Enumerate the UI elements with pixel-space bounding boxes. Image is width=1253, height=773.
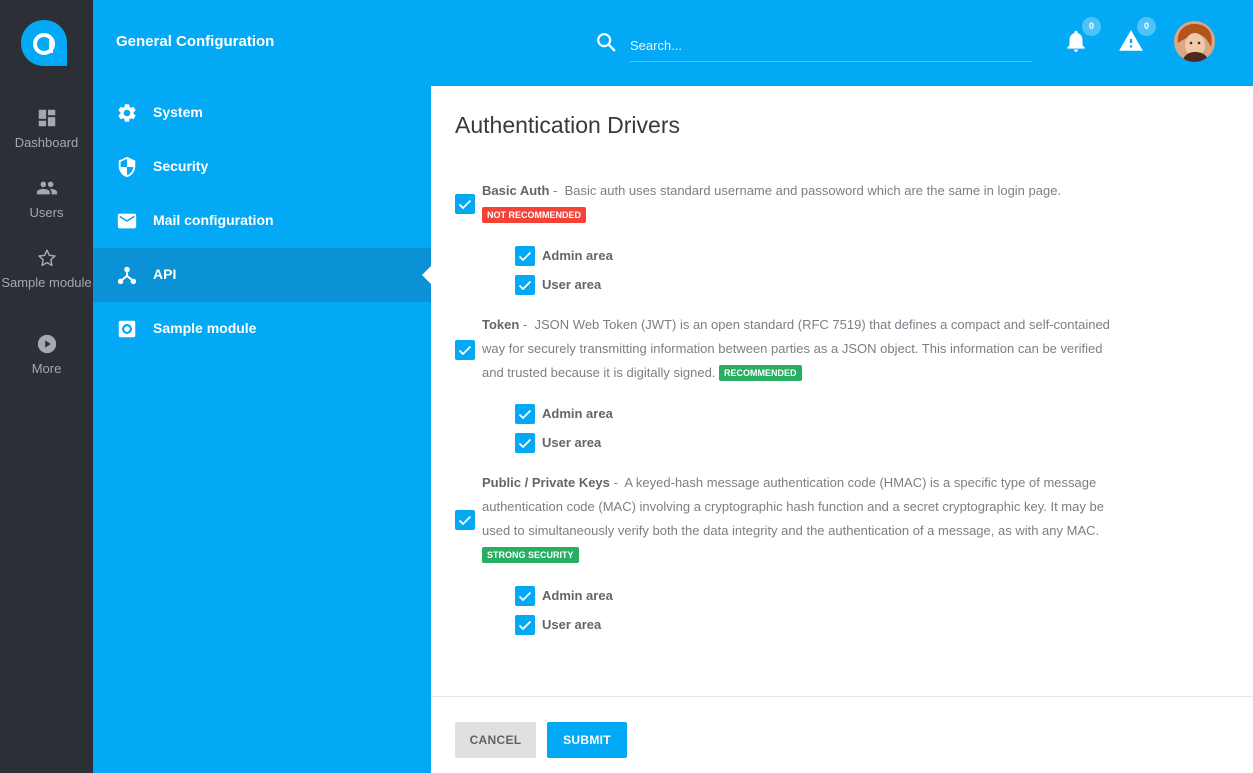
nav-item-mail-configuration[interactable]: Mail configuration [93, 194, 431, 248]
basic-auth-admin-area-checkbox[interactable] [515, 246, 535, 266]
nav-item-label: Sample module [153, 320, 257, 336]
submit-button[interactable]: SUBMIT [547, 722, 627, 758]
module-gear-icon [118, 320, 136, 338]
search-icon[interactable] [595, 31, 617, 53]
driver-description-token: Token - JSON Web Token (JWT) is an open … [482, 317, 1110, 381]
rail-item-label: More [31, 361, 62, 376]
driver-checkbox-public-private-keys[interactable] [455, 510, 475, 530]
token-admin-area-checkbox[interactable] [515, 404, 535, 424]
option-label[interactable]: Admin area [542, 588, 613, 603]
avatar-image [1174, 21, 1215, 62]
driver-name: Public / Private Keys [482, 475, 610, 490]
check-icon [518, 591, 532, 602]
app-rail: Dashboard Users Sample module More [0, 0, 93, 773]
option-label[interactable]: User area [542, 617, 601, 632]
token-user-area-checkbox[interactable] [515, 433, 535, 453]
app-logo-icon[interactable] [19, 18, 69, 68]
rail-item-dashboard[interactable]: Dashboard [0, 107, 93, 150]
driver-checkbox-basic-auth[interactable] [455, 194, 475, 214]
driver-description-public-private-keys: Public / Private Keys - A keyed-hash mes… [482, 471, 1112, 567]
check-icon [518, 409, 532, 420]
driver-name: Token [482, 317, 520, 332]
nav-item-label: API [153, 266, 177, 282]
rail-item-label: Sample module [1, 275, 92, 290]
basic-auth-user-area-checkbox[interactable] [515, 275, 535, 295]
driver-description-basic-auth: Basic Auth - Basic auth uses standard us… [482, 179, 1112, 227]
rail-item-label: Dashboard [14, 135, 79, 150]
star-icon [37, 249, 56, 267]
check-icon [518, 438, 532, 449]
check-icon [518, 620, 532, 631]
rail-item-label: Users [29, 205, 64, 220]
option-label[interactable]: User area [542, 435, 601, 450]
play-circle-icon [37, 334, 56, 354]
users-icon [36, 181, 57, 195]
keys-admin-area-checkbox[interactable] [515, 586, 535, 606]
settings-nav: System Security Mail configuration API S… [93, 86, 431, 773]
top-header: General Configuration 0 0 [93, 0, 1253, 86]
status-badge: STRONG SECURITY [482, 547, 579, 563]
dashboard-icon [38, 109, 55, 127]
status-badge: RECOMMENDED [719, 365, 802, 381]
nav-item-label: Security [153, 158, 209, 174]
main-content: Authentication Drivers Basic Auth - Basi… [431, 86, 1253, 773]
notifications-button[interactable]: 0 [1063, 17, 1101, 54]
rail-item-sample-module[interactable]: Sample module [0, 247, 93, 290]
nav-item-system[interactable]: System [93, 86, 431, 140]
cancel-button[interactable]: CANCEL [455, 722, 536, 758]
keys-user-area-checkbox[interactable] [515, 615, 535, 635]
option-label[interactable]: Admin area [542, 406, 613, 421]
active-indicator [422, 266, 431, 284]
option-label[interactable]: Admin area [542, 248, 613, 263]
check-icon [518, 280, 532, 291]
driver-description: Basic auth uses standard username and pa… [564, 183, 1062, 198]
shield-icon [118, 156, 136, 178]
check-icon [518, 251, 532, 262]
page-section-title: General Configuration [116, 33, 275, 50]
page-title: Authentication Drivers [455, 112, 680, 138]
nav-item-security[interactable]: Security [93, 140, 431, 194]
alerts-button[interactable]: 0 [1118, 17, 1156, 54]
check-icon [458, 199, 472, 210]
check-icon [458, 345, 472, 356]
check-icon [458, 515, 472, 526]
status-badge: NOT RECOMMENDED [482, 207, 586, 223]
footer-divider [431, 696, 1253, 697]
nav-item-sample-module[interactable]: Sample module [93, 302, 431, 356]
search-input[interactable] [630, 30, 1032, 62]
rail-item-more[interactable]: More [0, 333, 93, 376]
rail-item-users[interactable]: Users [0, 177, 93, 220]
driver-checkbox-token[interactable] [455, 340, 475, 360]
mail-icon [117, 213, 137, 229]
nav-item-api[interactable]: API [93, 248, 431, 302]
nav-item-label: Mail configuration [153, 212, 274, 228]
alerts-badge: 0 [1137, 17, 1156, 36]
notifications-badge: 0 [1082, 17, 1101, 36]
api-icon [117, 266, 137, 285]
avatar[interactable] [1174, 21, 1215, 62]
driver-name: Basic Auth [482, 183, 550, 198]
gear-icon [118, 104, 136, 122]
nav-item-label: System [153, 104, 203, 120]
option-label[interactable]: User area [542, 277, 601, 292]
